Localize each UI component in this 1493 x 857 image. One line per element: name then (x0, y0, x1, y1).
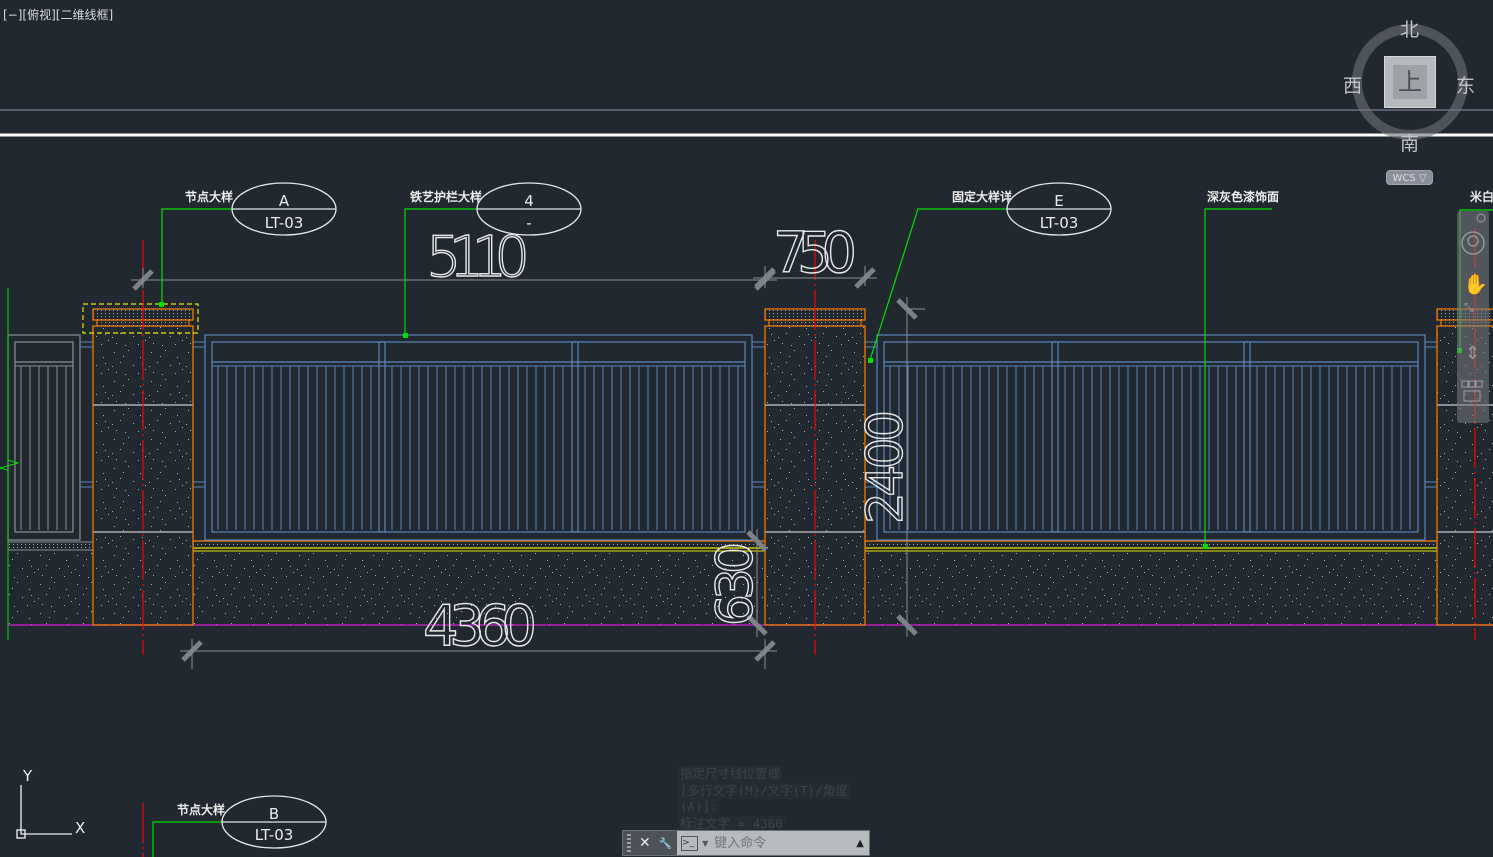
callout-bottom: LT-03 (265, 214, 304, 232)
fence-inner-frame (211, 341, 746, 533)
callout-top: 4 (524, 192, 534, 210)
viewcube-top-face[interactable]: 上 (1384, 56, 1436, 108)
history-line: (A)]: (678, 799, 720, 816)
callout-caption: 固定大样详 (952, 189, 1012, 204)
command-line: ✕ 🔧 >_ ▼ ▲ (622, 830, 870, 856)
compass-west[interactable]: 西 (1343, 71, 1362, 98)
ucs-y-label: Y (22, 767, 33, 785)
callout-bottom: - (526, 214, 531, 232)
history-line: [多行文字(M)/文字(T)/角度 (678, 782, 850, 799)
command-history: 指定尺寸线位置或 [多行文字(M)/文字(T)/角度 (A)]: 标注文字 = … (678, 766, 850, 832)
callout-caption: 节点大样 (177, 802, 225, 817)
callout-top: E (1054, 192, 1063, 210)
callout-bottom: LT-03 (255, 826, 294, 844)
orbit-icon[interactable]: ⇕ (1465, 343, 1480, 364)
pan-hand-icon[interactable]: ✋ (1463, 272, 1488, 296)
fence-post (1243, 341, 1251, 533)
callout-caption: 铁艺护栏大样 (410, 189, 482, 204)
cad-viewport[interactable]: 5110 750 4360 630 2400 节点大样 A LT-03 铁艺护栏… (0, 0, 1493, 857)
dimension-750[interactable]: 750 (772, 220, 857, 286)
settings-wrench-icon[interactable]: 🔧 (659, 837, 673, 850)
ucs-x-label: X (75, 819, 85, 837)
fence-post (1051, 341, 1059, 533)
dimension-630[interactable]: 630 (705, 541, 764, 626)
callout-bottom: LT-03 (1040, 214, 1079, 232)
fence-post (378, 341, 386, 533)
base-coping-hatch (7, 541, 94, 551)
history-line: 指定尺寸线位置或 (678, 766, 783, 783)
callout-caption: 节点大样 (185, 189, 233, 204)
wcs-dropdown[interactable]: WCS ▽ (1386, 170, 1433, 185)
callout-top: B (269, 805, 279, 823)
command-line-grip[interactable] (627, 834, 631, 852)
compass-south[interactable]: 南 (1400, 129, 1419, 156)
command-prompt-icon[interactable]: >_ (681, 835, 699, 851)
command-history-toggle-icon[interactable]: ▲ (856, 838, 864, 849)
fence-panels (7, 334, 1437, 541)
zoom-extents-icon[interactable]: ⤡ (1464, 300, 1474, 314)
dimension-5110[interactable]: 5110 (425, 224, 530, 290)
compass-east[interactable]: 东 (1456, 71, 1475, 98)
close-icon[interactable]: ✕ (639, 835, 651, 851)
callout-top: A (279, 192, 290, 210)
fence-inner-frame (14, 341, 74, 533)
command-input[interactable] (712, 834, 857, 852)
viewport-controls-label[interactable]: [−][俯视][二维线框] (3, 6, 113, 23)
fence-post (571, 341, 579, 533)
note-off-white: 米白色 (1470, 189, 1493, 204)
steering-wheel-icon[interactable] (1461, 231, 1485, 255)
drawing-canvas[interactable]: 5110 750 4360 630 2400 节点大样 A LT-03 铁艺护栏… (0, 0, 1493, 857)
recent-commands-chevron-icon[interactable]: ▼ (702, 839, 708, 848)
ucs-icon (16, 785, 72, 839)
base-coping-hatch (193, 542, 765, 547)
navigation-bar[interactable]: ✋ ⤡ ⇕ (1457, 211, 1489, 423)
navbar-close-icon[interactable] (1476, 213, 1486, 223)
dimension-2400[interactable]: 2400 (855, 409, 914, 524)
note-dark-grey-paint: 深灰色漆饰面 (1207, 189, 1279, 204)
viewcube-face-label: 上 (1393, 65, 1427, 99)
compass-north[interactable]: 北 (1400, 15, 1419, 42)
showmotion-icon[interactable] (1461, 380, 1483, 402)
dimension-4360[interactable]: 4360 (422, 593, 537, 659)
base-coping-hatch (865, 542, 1437, 547)
